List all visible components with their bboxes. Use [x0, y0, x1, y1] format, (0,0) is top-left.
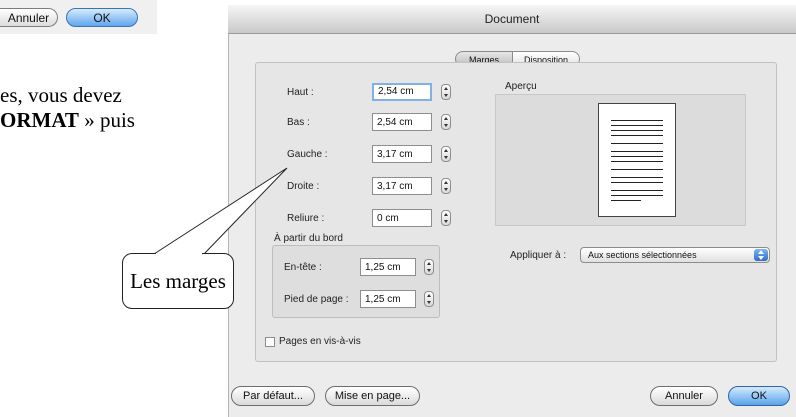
callout-pointer-mask: [156, 253, 202, 255]
callout-label: Les marges: [130, 269, 226, 293]
